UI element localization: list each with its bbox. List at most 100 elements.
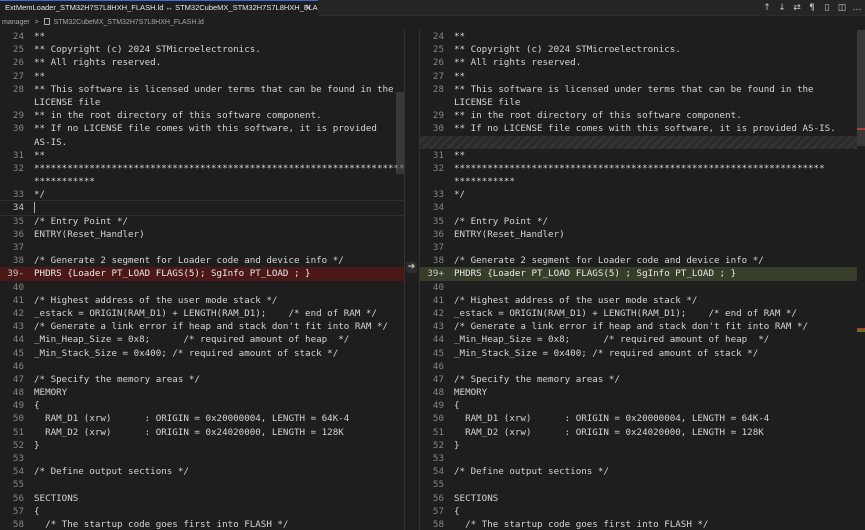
modified-code-line[interactable]: *********** (420, 175, 857, 188)
modified-code-line[interactable]: LICENSE file (420, 96, 857, 109)
original-code-line[interactable]: 27 ** (0, 70, 404, 83)
modified-code-line[interactable]: 28 ** This software is licensed under ter… (420, 83, 857, 96)
original-code-line[interactable]: 40 (0, 281, 404, 294)
code-text: ** Copyright (c) 2024 STMicroelectronics… (454, 44, 681, 56)
original-code-line[interactable]: 50 RAM_D1 (xrw) : ORIGIN = 0x20000004, L… (0, 412, 404, 425)
modified-code-line[interactable]: 46 (420, 360, 857, 373)
modified-code-line[interactable]: 48 MEMORY (420, 386, 857, 399)
original-code-line[interactable]: 58 /* The startup code goes first into F… (0, 518, 404, 530)
modified-code-line[interactable]: 33 */ (420, 188, 857, 201)
close-icon[interactable]: ✕ (304, 1, 312, 15)
modified-code-line[interactable]: 39+ PHDRS {Loader PT_LOAD FLAGS(5) ; SgIn… (420, 267, 857, 281)
original-code-line[interactable]: 35 /* Entry Point */ (0, 215, 404, 228)
modified-code-line[interactable]: 35 /* Entry Point */ (420, 215, 857, 228)
original-code-line[interactable]: 47 /* Specify the memory areas */ (0, 373, 404, 386)
split-editor-icon[interactable]: ◫ (836, 1, 848, 15)
original-code-line[interactable]: 57 { (0, 505, 404, 518)
next-change-icon[interactable]: ↓ (776, 1, 788, 15)
code-text: { (34, 400, 40, 412)
original-code-line[interactable]: 36 ENTRY(Reset_Handler) (0, 228, 404, 241)
original-code-line[interactable]: 30 ** If no LICENSE file comes with this … (0, 122, 404, 135)
original-code-line[interactable]: 52} (0, 439, 404, 452)
modified-code-line[interactable]: 45 _Min_Stack_Size = 0x400; /* required a… (420, 347, 857, 360)
modified-code-line[interactable]: 36 ENTRY(Reset_Handler) (420, 228, 857, 241)
modified-code-line[interactable]: 31 ** (420, 149, 857, 162)
original-code-line[interactable]: 53 (0, 452, 404, 465)
previous-change-icon[interactable]: ↑ (761, 1, 773, 15)
modified-code-line[interactable]: 57 { (420, 505, 857, 518)
original-code-line[interactable]: 41 /* Highest address of the user mode st… (0, 294, 404, 307)
original-code-line[interactable]: 37 (0, 241, 404, 254)
breadcrumb-file[interactable]: STM32CubeMX_STM32H7S7L8HXH_FLASH.ld (54, 19, 204, 26)
modified-editor-pane[interactable]: 24 ** 25 ** Copyright (c) 2024 STMicroelect… (420, 30, 857, 530)
original-editor-pane[interactable]: 24 ** 25 ** Copyright (c) 2024 STMicroelect… (0, 30, 404, 530)
original-code-line[interactable]: 33 */ (0, 188, 404, 201)
overview-insertion-mark (857, 330, 865, 332)
original-code-line[interactable]: 34 (0, 200, 404, 216)
modified-code-line[interactable]: 27 ** (420, 70, 857, 83)
original-code-line[interactable]: 43 /* Generate a link error if heap and s… (0, 320, 404, 333)
open-file-icon[interactable]: ▯ (821, 1, 833, 15)
modified-code-line[interactable]: 26 ** All rights reserved. (420, 56, 857, 69)
modified-code-line[interactable]: 43 /* Generate a link error if heap and s… (420, 320, 857, 333)
scrollbar-thumb[interactable] (396, 92, 404, 174)
original-code-line[interactable]: 46 (0, 360, 404, 373)
original-code-line[interactable]: 54 /* Define output sections */ (0, 465, 404, 478)
original-code-line[interactable]: 48 MEMORY (0, 386, 404, 399)
modified-code-line[interactable]: 52} (420, 439, 857, 452)
original-code-line[interactable]: 51 RAM_D2 (xrw) : ORIGIN = 0x24020000, L… (0, 426, 404, 439)
original-code-line[interactable]: 39- PHDRS {Loader PT_LOAD FLAGS(5); SgInf… (0, 267, 404, 281)
original-code-line[interactable]: 25 ** Copyright (c) 2024 STMicroelectroni… (0, 43, 404, 56)
modified-diff-filler[interactable] (420, 135, 857, 149)
breadcrumb-folder[interactable]: manager (2, 19, 30, 26)
modified-code-line[interactable]: 41 /* Highest address of the user mode st… (420, 294, 857, 307)
original-code-line[interactable]: 45 _Min_Stack_Size = 0x400; /* required a… (0, 347, 404, 360)
modified-code-line[interactable]: 30 ** If no LICENSE file comes with this … (420, 122, 857, 135)
original-code-line[interactable]: 42 _estack = ORIGIN(RAM_D1) + LENGTH(RAM_… (0, 307, 404, 320)
modified-code-line[interactable]: 29 ** in the root directory of this softw… (420, 109, 857, 122)
modified-code-line[interactable]: 34 (420, 201, 857, 214)
show-whitespace-icon[interactable]: ¶ (806, 1, 818, 15)
line-number: 52 (12, 439, 24, 451)
code-text: /* Generate 2 segment for Loader code an… (34, 255, 344, 267)
modified-code-line[interactable]: 51 RAM_D2 (xrw) : ORIGIN = 0x24020000, L… (420, 426, 857, 439)
modified-code-line[interactable]: 25 ** Copyright (c) 2024 STMicroelectroni… (420, 43, 857, 56)
original-code-line[interactable]: 56 SECTIONS (0, 492, 404, 505)
modified-scrollbar[interactable] (857, 30, 865, 530)
original-code-line[interactable]: 26 ** All rights reserved. (0, 56, 404, 69)
modified-code-line[interactable]: 50 RAM_D1 (xrw) : ORIGIN = 0x20000004, L… (420, 412, 857, 425)
modified-code-line[interactable]: 47 /* Specify the memory areas */ (420, 373, 857, 386)
original-code-line[interactable]: AS-IS. (0, 136, 404, 149)
modified-code-line[interactable]: 42 _estack = ORIGIN(RAM_D1) + LENGTH(RAM_… (420, 307, 857, 320)
original-code-line[interactable]: 24 ** (0, 30, 404, 43)
original-scrollbar[interactable] (396, 30, 404, 530)
modified-code-line[interactable]: 49 { (420, 399, 857, 412)
modified-code-line[interactable]: 37 (420, 241, 857, 254)
modified-code-line[interactable]: 55 (420, 478, 857, 491)
original-code-line[interactable]: LICENSE file (0, 96, 404, 109)
original-code-line[interactable]: 28 ** This software is licensed under ter… (0, 83, 404, 96)
modified-code-line[interactable]: 54 /* Define output sections */ (420, 465, 857, 478)
original-code-line[interactable]: 29 ** in the root directory of this softw… (0, 109, 404, 122)
modified-code-line[interactable]: 24 ** (420, 30, 857, 43)
revert-change-icon[interactable]: ➔ (406, 262, 417, 273)
original-code-line[interactable]: 38 /* Generate 2 segment for Loader code … (0, 254, 404, 267)
more-actions-icon[interactable]: … (851, 1, 863, 15)
modified-code-line[interactable]: 32 **************************************… (420, 162, 857, 175)
modified-code-line[interactable]: 38 /* Generate 2 segment for Loader code … (420, 254, 857, 267)
tab-diff-editor[interactable]: ExtMemLoader_STM32H7S7L8HXH_FLASH.ld ↔ S… (0, 0, 318, 16)
original-code-line[interactable]: 44 _Min_Heap_Size = 0x8; /* required amou… (0, 333, 404, 346)
original-code-line[interactable]: *********** (0, 175, 404, 188)
original-code-line[interactable]: 32 **************************************… (0, 162, 404, 175)
original-code-line[interactable]: 49 { (0, 399, 404, 412)
modified-code-line[interactable]: 40 (420, 281, 857, 294)
original-code-line[interactable]: 31 ** (0, 149, 404, 162)
original-code-line[interactable]: 55 (0, 478, 404, 491)
line-number: 32 (12, 162, 24, 174)
line-number: 37 (12, 242, 24, 253)
modified-code-line[interactable]: 56 SECTIONS (420, 492, 857, 505)
modified-code-line[interactable]: 44 _Min_Heap_Size = 0x8; /* required amou… (420, 333, 857, 346)
modified-code-line[interactable]: 58 /* The startup code goes first into F… (420, 518, 857, 530)
swap-sides-icon[interactable]: ⇄ (791, 1, 803, 15)
modified-code-line[interactable]: 53 (420, 452, 857, 465)
